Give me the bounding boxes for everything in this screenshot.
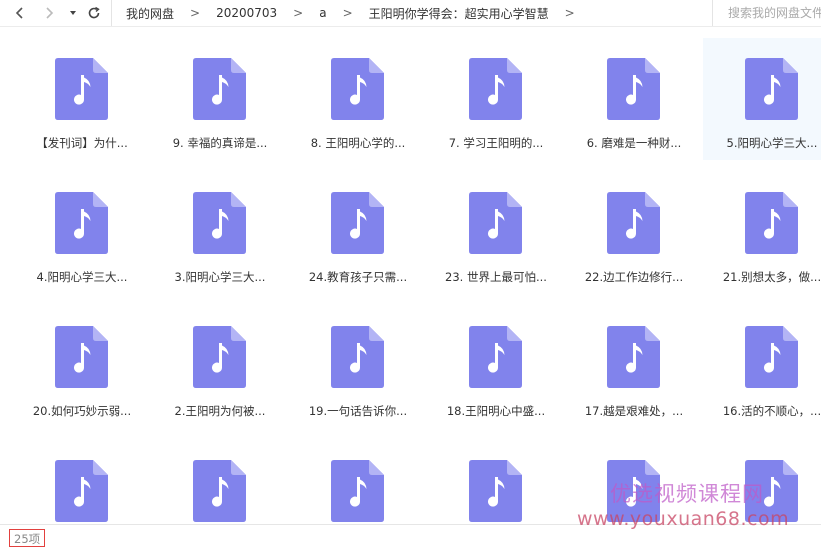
file-item[interactable]: 【发刊词】为什... — [13, 38, 151, 160]
music-file-icon — [55, 192, 108, 254]
breadcrumb-expand-icon[interactable]: > — [565, 6, 575, 20]
file-item[interactable]: 6. 磨难是一种财... — [565, 38, 703, 160]
music-file-icon — [331, 326, 384, 388]
refresh-button[interactable] — [83, 2, 105, 24]
forward-button[interactable] — [38, 2, 60, 24]
file-item[interactable] — [13, 440, 151, 524]
history-dropdown-button[interactable] — [62, 2, 84, 24]
file-name: 17.越是艰难处，... — [584, 404, 684, 418]
music-file-icon — [331, 460, 384, 522]
file-name: 8. 王阳明心学的... — [310, 136, 406, 150]
file-name: 22.边工作边修行... — [584, 270, 684, 284]
file-item[interactable]: 19.一句话告诉你... — [289, 306, 427, 428]
file-name: 7. 学习王阳明的... — [448, 136, 544, 150]
file-item[interactable]: 4.阳明心学三大... — [13, 172, 151, 294]
file-item[interactable]: 8. 王阳明心学的... — [289, 38, 427, 160]
file-grid: 【发刊词】为什... 9. 幸福的真谛是... 8. 王阳明心学的... 7. 学习王… — [13, 38, 821, 524]
file-name: 2.王阳明为何被... — [174, 404, 266, 418]
file-item[interactable]: 20.如何巧妙示弱... — [13, 306, 151, 428]
file-item[interactable]: 17.越是艰难处，... — [565, 306, 703, 428]
music-file-icon — [193, 58, 246, 120]
breadcrumb: 我的网盘 > 20200703 > a > 王阳明你学得会：超实用心学智慧 > — [111, 0, 711, 26]
search-box — [712, 0, 821, 26]
file-name: 9. 幸福的真谛是... — [172, 136, 268, 150]
forward-arrow-icon — [46, 7, 54, 19]
file-item[interactable] — [151, 440, 289, 524]
music-file-icon — [55, 58, 108, 120]
music-file-icon — [55, 326, 108, 388]
file-name: 19.一句话告诉你... — [308, 404, 408, 418]
file-item[interactable]: 18.王阳明心中盛... — [427, 306, 565, 428]
file-item[interactable] — [289, 440, 427, 524]
music-file-icon — [331, 58, 384, 120]
file-name: 6. 磨难是一种财... — [586, 136, 682, 150]
breadcrumb-item-a[interactable]: a — [319, 6, 326, 20]
breadcrumb-item-root[interactable]: 我的网盘 — [126, 5, 174, 22]
music-file-icon — [193, 326, 246, 388]
music-file-icon — [469, 460, 522, 522]
breadcrumb-separator-icon: > — [293, 6, 304, 20]
file-name: 5.阳明心学三大... — [726, 136, 818, 150]
music-file-icon — [55, 460, 108, 522]
file-item[interactable]: 21.别想太多，做... — [703, 172, 821, 294]
file-item[interactable]: 9. 幸福的真谛是... — [151, 38, 289, 160]
file-item[interactable]: 2.王阳明为何被... — [151, 306, 289, 428]
file-name: 20.如何巧妙示弱... — [32, 404, 132, 418]
file-item[interactable]: 7. 学习王阳明的... — [427, 38, 565, 160]
music-file-icon — [193, 192, 246, 254]
music-file-icon — [745, 326, 798, 388]
music-file-icon — [469, 326, 522, 388]
file-item[interactable] — [427, 440, 565, 524]
file-name: 24.教育孩子只需... — [308, 270, 408, 284]
music-file-icon — [745, 192, 798, 254]
file-name: 3.阳明心学三大... — [174, 270, 266, 284]
file-item[interactable]: 16.活的不顺心，... — [703, 306, 821, 428]
breadcrumb-item-date[interactable]: 20200703 — [216, 6, 277, 20]
music-file-icon — [469, 58, 522, 120]
music-file-icon — [607, 192, 660, 254]
file-item[interactable]: 3.阳明心学三大... — [151, 172, 289, 294]
music-file-icon — [745, 58, 798, 120]
file-name: 18.王阳明心中盛... — [446, 404, 546, 418]
file-item[interactable]: 22.边工作边修行... — [565, 172, 703, 294]
breadcrumb-item-current[interactable]: 王阳明你学得会：超实用心学智慧 — [369, 5, 549, 22]
file-name: 【发刊词】为什... — [36, 136, 128, 150]
item-count: 25项 — [9, 529, 46, 547]
toolbar: 我的网盘 > 20200703 > a > 王阳明你学得会：超实用心学智慧 > — [0, 0, 821, 27]
music-file-icon — [469, 192, 522, 254]
search-input[interactable] — [728, 6, 821, 20]
music-file-icon — [331, 192, 384, 254]
breadcrumb-separator-icon: > — [342, 6, 353, 20]
file-item[interactable]: 24.教育孩子只需... — [289, 172, 427, 294]
breadcrumb-separator-icon: > — [190, 6, 201, 20]
refresh-icon — [88, 6, 100, 19]
watermark-url: www.youxuan68.com — [577, 508, 790, 530]
file-name: 16.活的不顺心，... — [722, 404, 821, 418]
watermark-title: 优选视频课程网 — [610, 482, 764, 506]
chevron-down-icon — [70, 11, 76, 15]
file-name: 4.阳明心学三大... — [36, 270, 128, 284]
music-file-icon — [607, 58, 660, 120]
back-button[interactable] — [9, 2, 31, 24]
file-item[interactable]: 5.阳明心学三大... — [703, 38, 821, 160]
file-name: 21.别想太多，做... — [722, 270, 821, 284]
back-arrow-icon — [15, 7, 23, 19]
file-item[interactable]: 23. 世界上最可怕... — [427, 172, 565, 294]
music-file-icon — [607, 326, 660, 388]
music-file-icon — [193, 460, 246, 522]
file-name: 23. 世界上最可怕... — [445, 270, 547, 284]
